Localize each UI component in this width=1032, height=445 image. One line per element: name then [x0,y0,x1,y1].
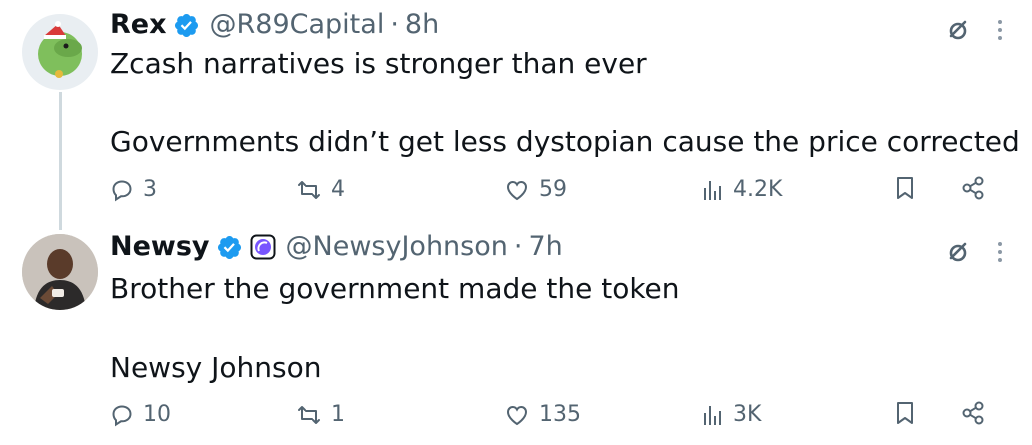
share-icon [960,175,986,201]
bookmark-icon [894,400,916,426]
more-icon[interactable] [997,241,1003,267]
handle[interactable]: @NewsyJohnson [286,232,508,262]
affiliate-badge-icon[interactable] [250,234,276,260]
action-bar: 10 1 135 3K [110,400,1000,436]
verified-badge-icon [173,12,200,39]
tweet-header: Rex @R89Capital · 8h [110,10,439,40]
handle[interactable]: @R89Capital [210,10,385,40]
avatar[interactable] [22,234,98,310]
share-button[interactable] [960,175,986,201]
bookmark-icon [894,175,916,201]
repost-button[interactable]: 1 [296,400,345,430]
tweet-text-line: Zcash narratives is stronger than ever [110,47,647,80]
share-icon [960,400,986,426]
separator-dot: · [513,231,523,262]
bookmark-button[interactable] [894,175,916,201]
tweet-header: Newsy @NewsyJohnson · 7h [110,232,563,262]
tweet[interactable]: Newsy @NewsyJohnson · 7h Brother the gov… [0,222,1032,445]
separator-dot: · [390,9,399,40]
share-button[interactable] [960,400,986,426]
like-count: 59 [539,177,567,202]
avatar[interactable] [22,14,98,90]
repost-button[interactable]: 4 [296,175,345,205]
reply-count: 3 [143,177,157,202]
grok-icon[interactable] [945,16,973,48]
repost-icon [296,403,322,427]
display-name[interactable]: Newsy [110,232,210,262]
tweet-top-right [945,238,1003,270]
action-bar: 3 4 59 4.2K [110,175,1000,211]
like-button[interactable]: 59 [504,175,567,205]
tweet-top-right [945,16,1003,48]
thread-line [59,92,62,230]
reply-count: 10 [143,402,171,427]
bookmark-button[interactable] [894,400,916,426]
more-icon[interactable] [997,19,1003,45]
timestamp[interactable]: 7h [528,232,562,262]
like-button[interactable]: 135 [504,400,581,430]
views-icon [702,403,724,427]
timestamp[interactable]: 8h [405,10,439,40]
tweet[interactable]: Rex @R89Capital · 8h Zcash narratives is… [0,0,1032,230]
repost-icon [296,178,322,202]
views-count: 3K [733,402,762,427]
like-icon [504,403,530,427]
reply-icon [110,178,134,202]
reply-button[interactable]: 10 [110,400,171,430]
repost-count: 4 [331,177,345,202]
reply-button[interactable]: 3 [110,175,157,205]
tweet-text-line: Brother the government made the token [110,272,680,305]
views-button[interactable]: 4.2K [702,175,782,205]
tweet-text-line: Governments didn’t get less dystopian ca… [110,125,1020,158]
display-name[interactable]: Rex [110,10,167,40]
views-icon [702,178,724,202]
verified-badge-icon [216,234,243,261]
tweet-text-line: Newsy Johnson [110,351,322,384]
repost-count: 1 [331,402,345,427]
like-count: 135 [539,402,581,427]
like-icon [504,178,530,202]
reply-icon [110,403,134,427]
grok-icon[interactable] [945,238,973,270]
views-count: 4.2K [733,177,783,202]
views-button[interactable]: 3K [702,400,761,430]
